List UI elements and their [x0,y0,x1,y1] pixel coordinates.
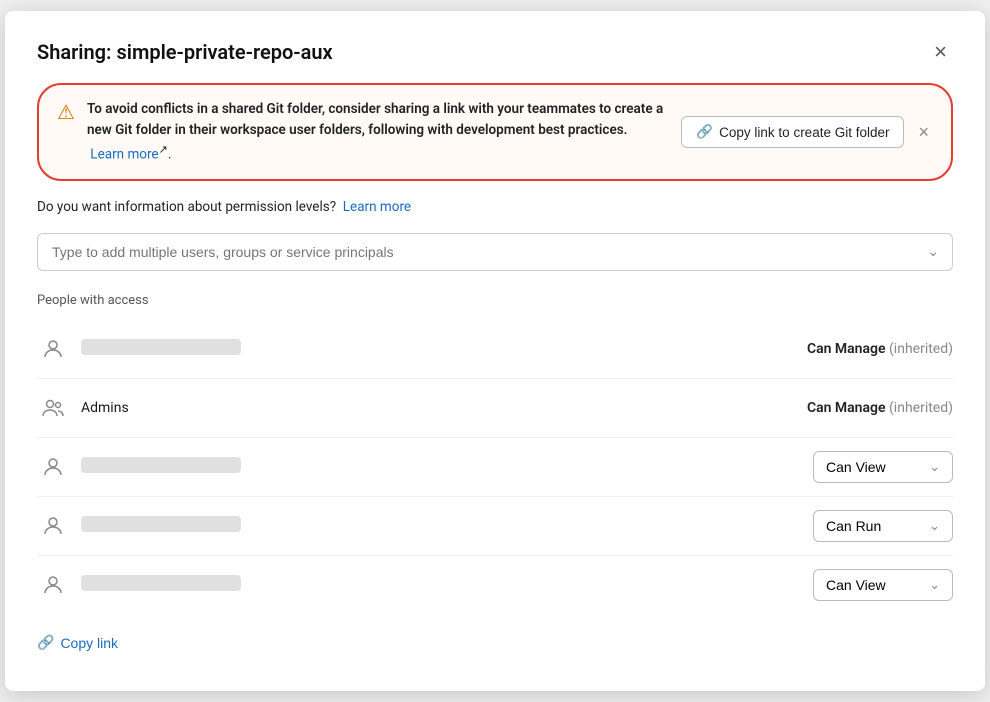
alert-bold-text: To avoid conflicts in a shared Git folde… [87,101,663,138]
alert-banner: ⚠ To avoid conflicts in a shared Git fol… [37,83,953,181]
person-icon [37,510,69,542]
dropdown-value: Can View [826,577,886,593]
search-input[interactable] [37,233,953,271]
permission-dropdown[interactable]: Can Run ⌄ [813,510,953,542]
alert-learn-more-link[interactable]: Learn more [90,146,158,162]
person-icon [37,333,69,365]
alert-actions: 🔗 Copy link to create Git folder × [681,116,933,148]
permission-dropdown[interactable]: Can View ⌄ [813,569,953,601]
copy-link-button[interactable]: 🔗 Copy link [37,634,118,651]
chevron-down-icon: ⌄ [929,459,940,475]
close-button[interactable]: × [928,39,953,65]
permission-inherited: Can Manage (inherited) [807,400,953,416]
permission-info-text: Do you want information about permission… [37,199,336,215]
group-icon [37,392,69,424]
people-with-access-label: People with access [37,293,953,308]
link-icon: 🔗 [696,124,713,140]
table-row: Can Run ⌄ [37,497,953,556]
external-link-icon: ↗ [159,143,168,156]
permission-info: Do you want information about permission… [37,199,953,215]
search-container: ⌄ [37,233,953,271]
person-name-blurred [81,457,713,477]
permission-dropdown[interactable]: Can View ⌄ [813,451,953,483]
permission-right: Can Manage (inherited) [713,400,953,416]
copy-git-folder-label: Copy link to create Git folder [719,125,889,140]
table-row: Can View ⌄ [37,556,953,614]
sharing-modal: Sharing: simple-private-repo-aux × ⚠ To … [5,11,985,691]
chevron-down-icon: ⌄ [929,577,940,593]
alert-inner: ⚠ To avoid conflicts in a shared Git fol… [57,99,663,165]
permission-right: Can Run ⌄ [713,510,953,542]
permission-learn-more-link[interactable]: Learn more [343,199,411,215]
chevron-down-icon: ⌄ [929,518,940,534]
copy-git-folder-link-button[interactable]: 🔗 Copy link to create Git folder [681,116,904,148]
permission-right: Can Manage (inherited) [713,341,953,357]
person-name: Admins [81,400,713,416]
copy-link-label: Copy link [60,635,118,651]
modal-header: Sharing: simple-private-repo-aux × [37,39,953,65]
table-row: Admins Can Manage (inherited) [37,379,953,438]
alert-text: To avoid conflicts in a shared Git folde… [87,99,663,165]
warning-icon: ⚠ [57,100,75,124]
dropdown-value: Can View [826,459,886,475]
modal-title: Sharing: simple-private-repo-aux [37,40,333,64]
link-icon: 🔗 [37,634,54,651]
permission-right: Can View ⌄ [713,569,953,601]
people-list: Can Manage (inherited) Admins Can Manage… [37,320,953,614]
table-row: Can View ⌄ [37,438,953,497]
person-name-blurred [81,516,713,536]
table-row: Can Manage (inherited) [37,320,953,379]
person-name-blurred [81,575,713,595]
permission-inherited: Can Manage (inherited) [807,341,953,357]
person-icon [37,569,69,601]
permission-right: Can View ⌄ [713,451,953,483]
dropdown-value: Can Run [826,518,881,534]
person-name-blurred [81,339,713,359]
person-icon [37,451,69,483]
alert-close-button[interactable]: × [914,123,933,141]
